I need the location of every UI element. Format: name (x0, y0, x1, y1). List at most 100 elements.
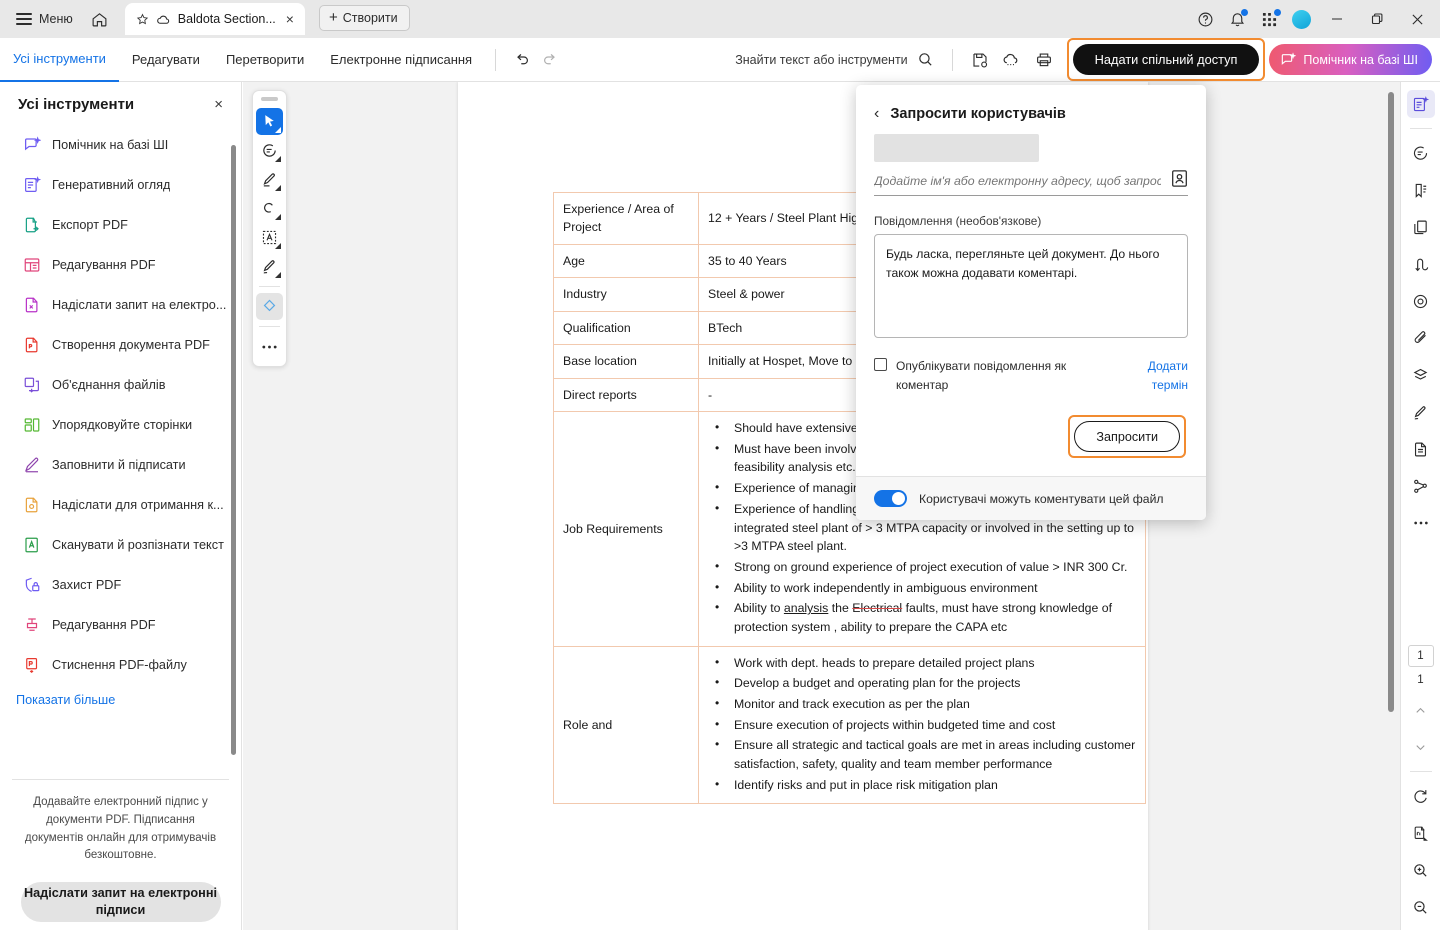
help-button[interactable] (1190, 4, 1220, 34)
sidebar-item-create-pdf[interactable]: Створення документа PDF (0, 325, 241, 365)
panel-scrollbar[interactable] (231, 145, 236, 755)
sidebar-item-generative-summary[interactable]: Генеративний огляд (0, 165, 241, 205)
allow-comments-toggle[interactable] (874, 490, 907, 508)
sidebar-item-export-pdf[interactable]: Експорт PDF (0, 205, 241, 245)
sidebar-item-organize-pages[interactable]: Упорядковуйте сторінки (0, 405, 241, 445)
current-page-input[interactable]: 1 (1407, 645, 1434, 667)
next-page-button[interactable] (1407, 733, 1435, 761)
share-button[interactable]: Надати спільний доступ (1072, 44, 1260, 75)
star-icon[interactable] (136, 13, 149, 26)
list-item: Develop a budget and operating plan for … (708, 673, 1136, 693)
text-select-tool[interactable] (256, 224, 283, 251)
redo-button[interactable] (536, 45, 566, 75)
contacts-icon[interactable] (1171, 169, 1188, 188)
sidebar-item-combine-files[interactable]: Об'єднання файлів (0, 365, 241, 405)
palette-drag-handle[interactable] (261, 97, 278, 101)
more-tools-button[interactable] (256, 333, 283, 360)
sidebar-item-fill-sign[interactable]: Заповнити й підписати (0, 445, 241, 485)
close-window-button[interactable] (1398, 0, 1436, 38)
lasso-tool[interactable] (256, 195, 283, 222)
tab-edit[interactable]: Редагувати (119, 38, 213, 82)
recipient-chip[interactable] (874, 134, 1039, 162)
main-menu-button[interactable]: Меню (8, 8, 81, 30)
list-item: Identify risks and put in place risk mit… (708, 775, 1136, 795)
fit-page-button[interactable] (1407, 819, 1435, 847)
avatar[interactable] (1286, 4, 1316, 34)
document-scrollbar[interactable] (1388, 92, 1394, 712)
save-button[interactable] (965, 45, 995, 75)
signature-button[interactable] (1407, 398, 1435, 426)
tools-list[interactable]: Помічник на базі ШІ Генеративний огляд Е… (0, 123, 241, 769)
attachments-button[interactable] (1407, 324, 1435, 352)
tab-all-tools[interactable]: Усі інструменти (0, 38, 119, 82)
sidebar-item-send-for-comments[interactable]: Надіслати для отримання к... (0, 485, 241, 525)
maximize-button[interactable] (1358, 0, 1396, 38)
chevron-left-icon[interactable]: ‹ (874, 106, 879, 122)
ai-assistant-button[interactable]: Помічник на базі ШІ (1269, 44, 1432, 75)
sidebar-item-label: Редагування PDF (52, 618, 156, 632)
save-icon (973, 52, 987, 67)
search-button[interactable]: Знайти текст або інструменти (735, 51, 939, 68)
document-tab[interactable]: Baldota Section... × (124, 3, 305, 35)
minimize-button[interactable] (1318, 0, 1356, 38)
workflow-button[interactable] (1407, 472, 1435, 500)
tab-close-button[interactable]: × (283, 10, 297, 28)
page-thumbnails-button[interactable] (1407, 213, 1435, 241)
rail-more-button[interactable] (1407, 509, 1435, 537)
invite-button[interactable]: Запросити (1074, 421, 1180, 453)
recipient-input[interactable] (874, 174, 1161, 188)
role-responsibilities-list: Work with dept. heads to prepare detaile… (708, 653, 1136, 795)
bookmarks-button[interactable] (1407, 176, 1435, 204)
target-button[interactable] (1407, 287, 1435, 315)
sidebar-item-protect-pdf[interactable]: Захист PDF (0, 565, 241, 605)
document-properties-button[interactable] (1407, 435, 1435, 463)
fill-color-tool[interactable] (256, 293, 283, 320)
add-deadline-link[interactable]: Додати термін (1130, 357, 1188, 395)
zoom-out-button[interactable] (1407, 893, 1435, 921)
sidebar-item-redact-pdf[interactable]: Редагування PDF (0, 605, 241, 645)
sidebar-item-compress-pdf[interactable]: Стиснення PDF-файлу (0, 645, 241, 685)
pen-annotate-tool[interactable] (256, 253, 283, 280)
tab-convert[interactable]: Перетворити (213, 38, 317, 82)
panel-title: Усі інструменти (18, 96, 135, 113)
sidebar-item-scan-ocr[interactable]: Сканувати й розпізнати текст (0, 525, 241, 565)
request-esignature-button[interactable]: Надіслати запит на електронні підписи (20, 882, 221, 923)
previous-page-button[interactable] (1407, 696, 1435, 724)
main-toolbar: Усі інструменти Редагувати Перетворити Е… (0, 38, 1440, 82)
compare-button[interactable] (1407, 250, 1435, 278)
select-cursor-tool[interactable] (256, 108, 283, 135)
sidebar-item-edit-pdf[interactable]: Редагування PDF (0, 245, 241, 285)
struck-text[interactable]: Electrical (852, 601, 902, 615)
generative-summary-button[interactable] (1406, 90, 1435, 118)
show-more-link[interactable]: Показати більше (0, 685, 241, 707)
panel-close-button[interactable]: × (214, 96, 223, 113)
highlighter-tool[interactable] (256, 166, 283, 193)
checkbox-box[interactable] (874, 358, 887, 371)
send-for-comments-icon (22, 496, 41, 515)
sidebar-item-ai-assistant[interactable]: Помічник на базі ШІ (0, 125, 241, 165)
message-textarea[interactable] (874, 234, 1188, 338)
tab-esign[interactable]: Електронне підписання (317, 38, 485, 82)
print-button[interactable] (1029, 45, 1059, 75)
comments-button[interactable] (1407, 139, 1435, 167)
chevron-up-icon (1416, 707, 1425, 713)
new-document-button[interactable]: + Створити (318, 4, 410, 31)
zoom-in-button[interactable] (1407, 856, 1435, 884)
export-pdf-icon (22, 216, 41, 235)
underlined-text[interactable]: analysis (784, 601, 828, 615)
palette-separator (259, 286, 280, 287)
rotate-button[interactable] (1407, 782, 1435, 810)
apps-grid-button[interactable] (1254, 4, 1284, 34)
post-as-comment-checkbox[interactable]: Опублікувати повідомлення як коментар (874, 357, 1071, 395)
home-button[interactable] (85, 4, 115, 34)
undo-button[interactable] (506, 45, 536, 75)
cloud-upload-button[interactable] (997, 45, 1027, 75)
row-value: Work with dept. heads to prepare detaile… (698, 645, 1146, 805)
toolbar-divider-2 (951, 48, 953, 71)
page-thumbnails-icon (1414, 220, 1427, 234)
sidebar-item-request-esign[interactable]: Надіслати запит на електро... (0, 285, 241, 325)
comment-tool[interactable] (256, 137, 283, 164)
layers-button[interactable] (1407, 361, 1435, 389)
document-viewport[interactable]: Experience / Area of Project 12 + Years /… (243, 82, 1400, 930)
notifications-button[interactable] (1222, 4, 1252, 34)
